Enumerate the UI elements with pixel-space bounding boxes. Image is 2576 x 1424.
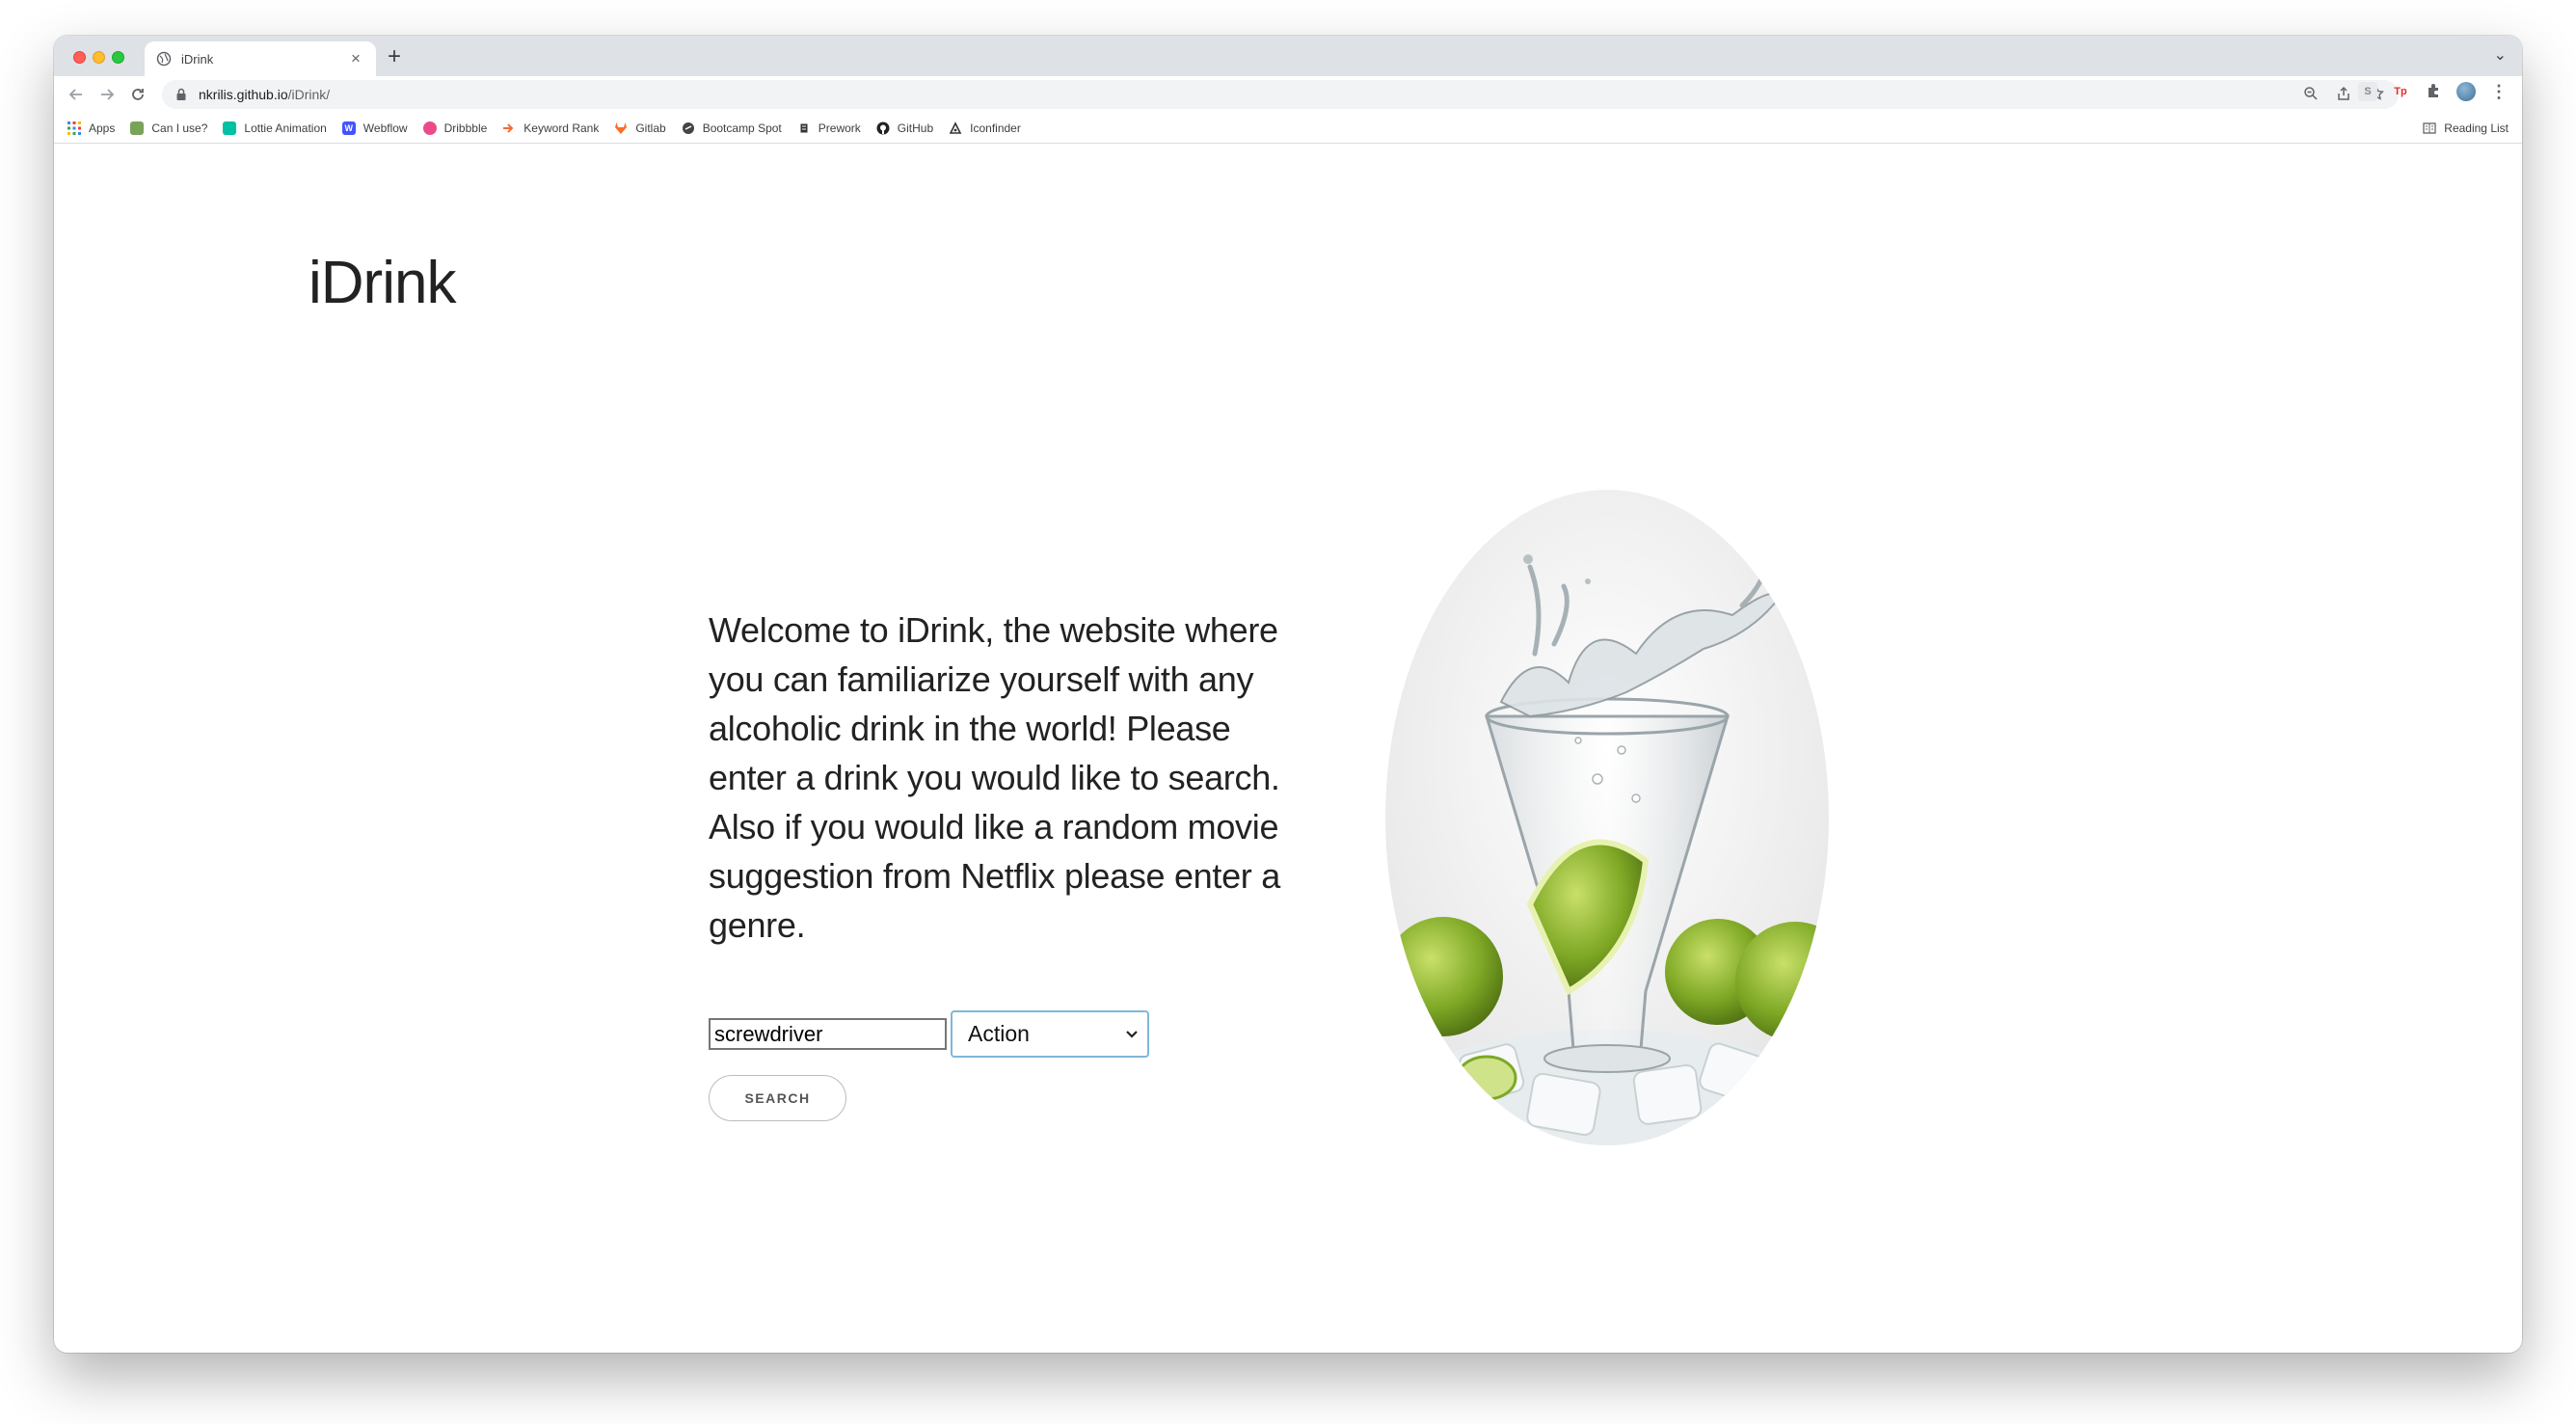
reload-icon[interactable]: [125, 82, 150, 107]
reading-list-button[interactable]: Reading List: [2423, 113, 2509, 144]
bookmark-bootcamp-spot[interactable]: Bootcamp Spot: [682, 121, 782, 135]
bookmark-iconfinder[interactable]: Iconfinder: [949, 121, 1021, 135]
forward-arrow-icon[interactable]: [94, 82, 120, 107]
bookmark-label: Apps: [89, 121, 116, 135]
tab-title: iDrink: [181, 51, 214, 67]
bootcamp-icon: [682, 121, 695, 135]
window-maximize-button[interactable]: [112, 51, 124, 64]
close-tab-icon[interactable]: ×: [347, 50, 364, 67]
lottie-icon: [223, 121, 237, 135]
keyword-rank-icon: [502, 121, 516, 135]
bookmark-gitlab[interactable]: Gitlab: [614, 121, 666, 135]
bookmark-label: Iconfinder: [970, 121, 1021, 135]
bookmark-label: Gitlab: [635, 121, 666, 135]
drink-search-input[interactable]: [709, 1018, 947, 1050]
bookmark-can-i-use[interactable]: Can I use?: [130, 121, 207, 135]
url-text: nkrilis.github.io/iDrink/: [199, 87, 330, 102]
bookmarks-bar: Apps Can I use? Lottie Animation W Webfl…: [54, 113, 2522, 144]
browser-window: iDrink × + ⌄ nkrilis.github.io/iDrink/ S…: [54, 36, 2522, 1353]
bookmark-webflow[interactable]: W Webflow: [341, 121, 408, 135]
apps-grid-icon: [67, 121, 81, 135]
browser-toolbar: nkrilis.github.io/iDrink/ S Tp ⋮: [54, 76, 2522, 113]
new-tab-button[interactable]: +: [388, 43, 401, 70]
reading-list-label: Reading List: [2444, 121, 2509, 135]
window-close-button[interactable]: [73, 51, 86, 64]
intro-paragraph: Welcome to iDrink, the website where you…: [709, 610, 1280, 945]
extension-grey-icon[interactable]: S: [2358, 82, 2377, 101]
bookmark-label: Lottie Animation: [244, 121, 327, 135]
more-menu-icon[interactable]: ⋮: [2489, 82, 2509, 101]
url-path: /iDrink/: [287, 87, 331, 102]
window-minimize-button[interactable]: [93, 51, 105, 64]
bookmark-dribbble[interactable]: Dribbble: [422, 121, 488, 135]
bookmark-label: Can I use?: [151, 121, 208, 135]
bookmark-label: Bootcamp Spot: [702, 121, 782, 135]
bookmark-label: Dribbble: [443, 121, 488, 135]
page-content: iDrink Welcome to iDrink, the website wh…: [54, 145, 2522, 1353]
globe-icon: [156, 51, 172, 67]
bookmark-label: GitHub: [897, 121, 934, 135]
back-arrow-icon[interactable]: [64, 82, 89, 107]
bookmark-github[interactable]: GitHub: [876, 121, 933, 135]
extension-tp-icon[interactable]: Tp: [2391, 82, 2410, 101]
bookmark-label: Webflow: [362, 121, 408, 135]
puzzle-icon[interactable]: [2424, 82, 2443, 101]
bookmark-lottie[interactable]: Lottie Animation: [223, 121, 327, 135]
gitlab-icon: [614, 121, 628, 135]
iconfinder-icon: [949, 121, 962, 135]
genre-selected-value: Action: [968, 1021, 1030, 1046]
caniuse-icon: [130, 121, 145, 135]
bookmark-apps[interactable]: Apps: [67, 121, 115, 135]
genre-select[interactable]: Action: [951, 1010, 1149, 1058]
chevron-down-icon[interactable]: ⌄: [2494, 45, 2507, 65]
bookmark-keyword-rank[interactable]: Keyword Rank: [502, 121, 599, 135]
profile-avatar[interactable]: [2456, 82, 2476, 101]
site-title: iDrink: [309, 250, 456, 316]
dribbble-icon: [422, 121, 437, 135]
address-bar[interactable]: nkrilis.github.io/iDrink/: [162, 80, 2399, 109]
active-tab[interactable]: iDrink ×: [145, 41, 376, 76]
bookmark-label: Keyword Rank: [523, 121, 600, 135]
chevron-down-icon: [1122, 1022, 1141, 1045]
tab-strip: iDrink × + ⌄: [54, 36, 2522, 76]
zoom-icon[interactable]: [2302, 86, 2320, 103]
search-button[interactable]: SEARCH: [709, 1075, 846, 1121]
bookmark-prework[interactable]: Prework: [797, 121, 861, 135]
share-icon[interactable]: [2335, 86, 2352, 103]
bookmark-label: Prework: [818, 121, 861, 135]
url-host: nkrilis.github.io: [199, 87, 288, 102]
lock-icon: [175, 88, 187, 101]
webflow-icon: W: [341, 121, 356, 135]
prework-icon: [797, 121, 811, 135]
cocktail-splash-image: [1385, 490, 1829, 1145]
reading-list-icon: [2423, 121, 2436, 135]
github-icon: [876, 121, 890, 135]
